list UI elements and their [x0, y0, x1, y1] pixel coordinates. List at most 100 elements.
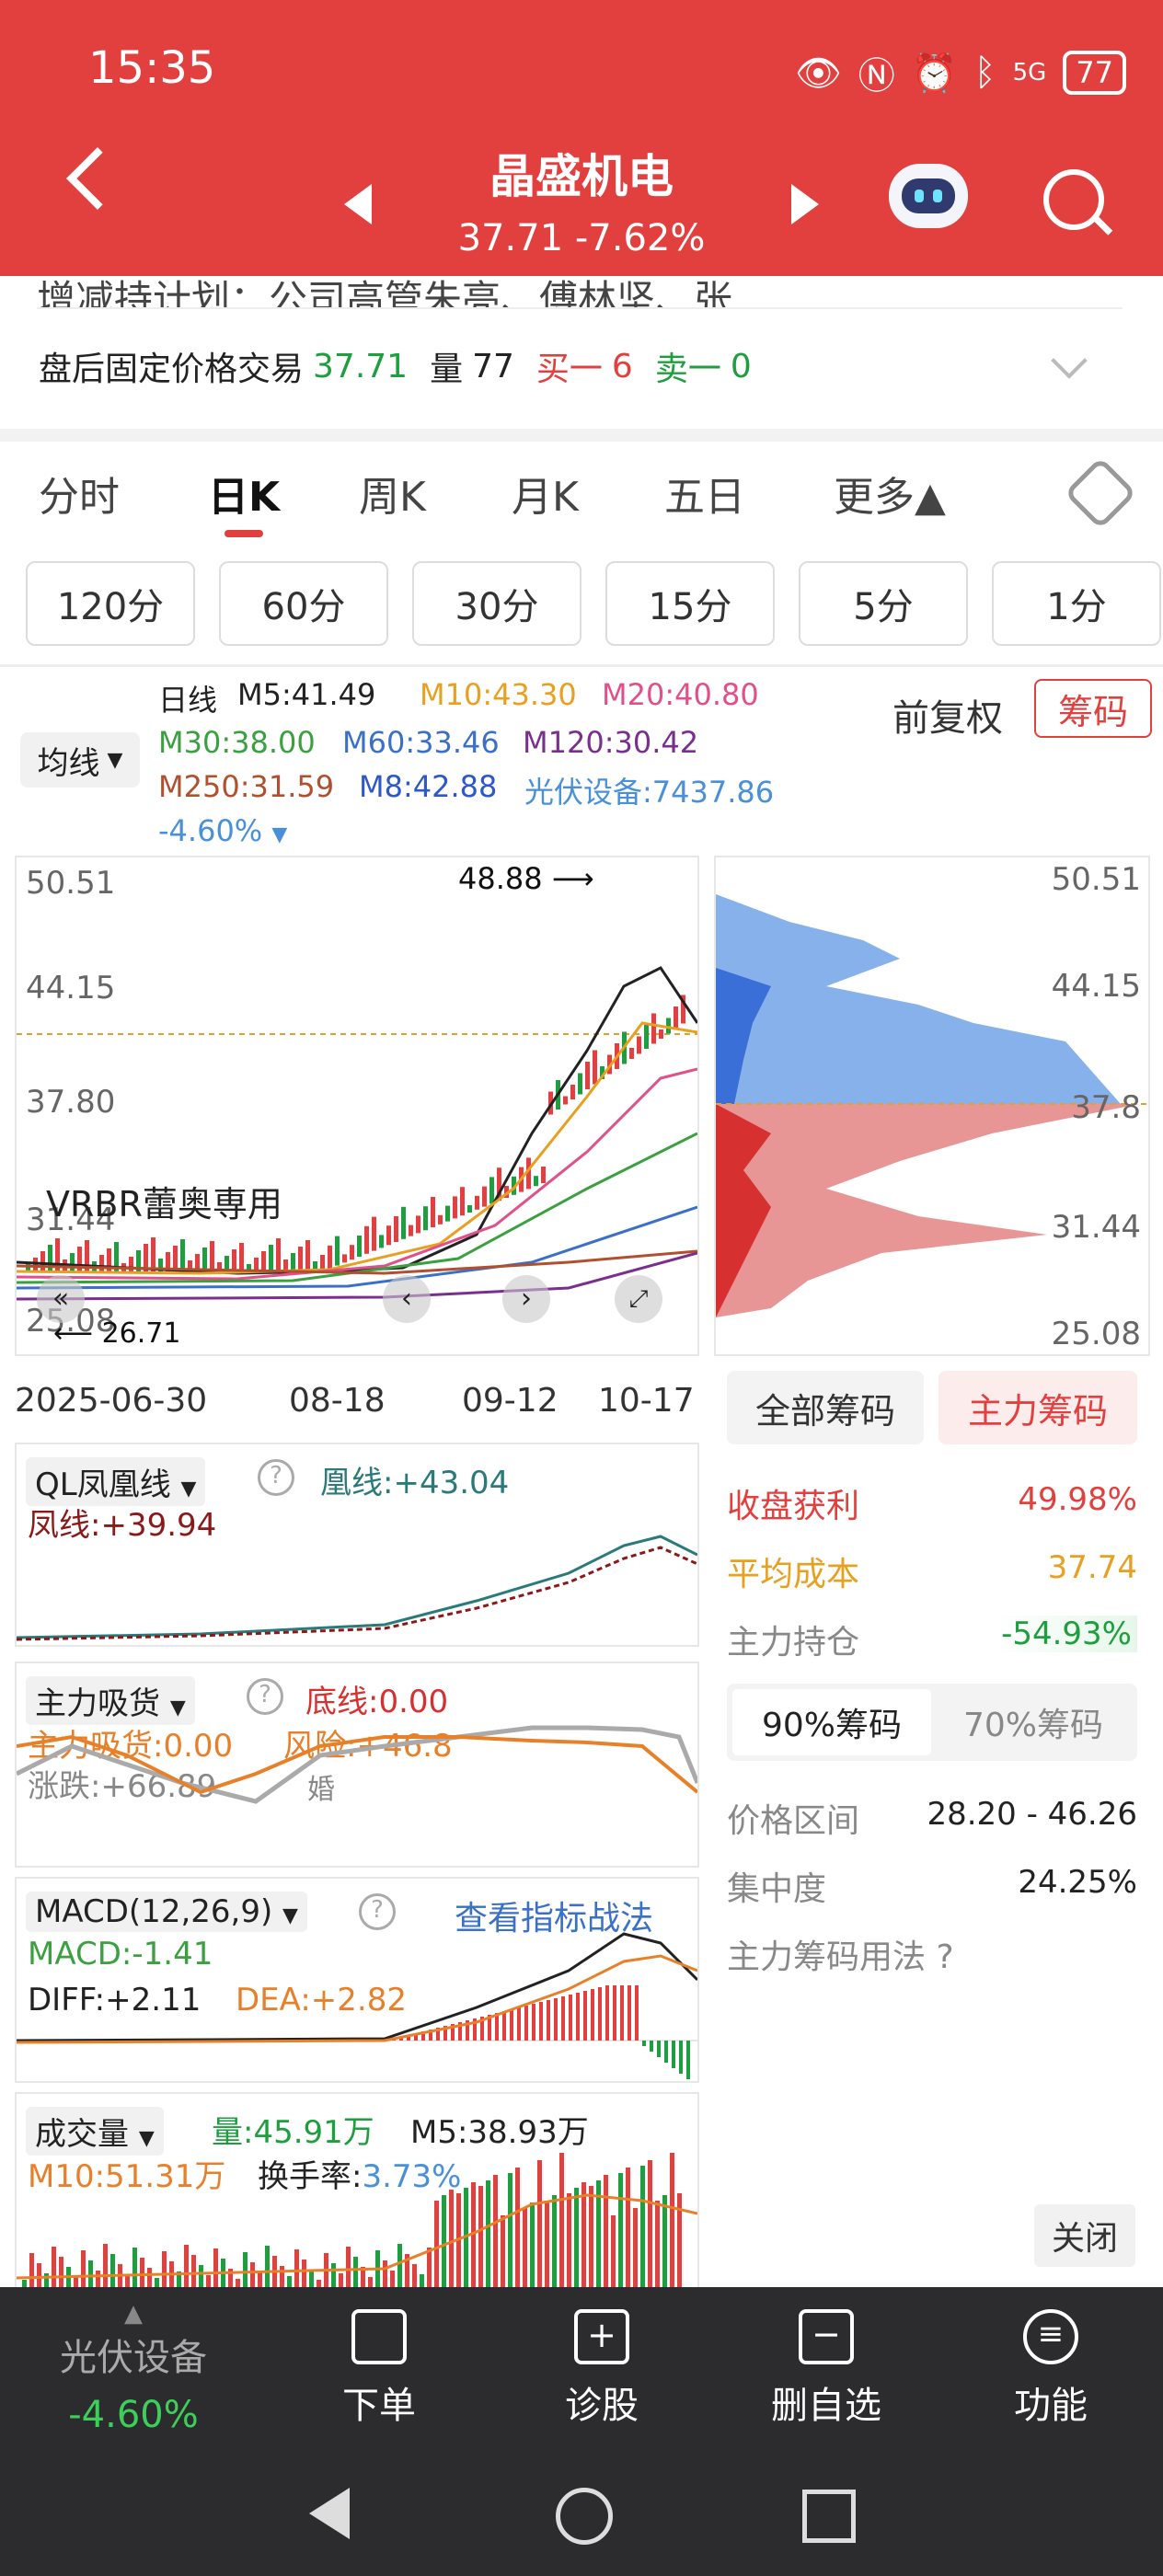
tab-90-chips[interactable]: 90%筹码	[732, 1689, 931, 1755]
volume-bar	[390, 2271, 395, 2289]
fullscreen-icon[interactable]: ⤢	[615, 1275, 662, 1323]
macd-indicator[interactable]: MACD(12,26,9) ▼ ? 查看指标战法 MACD:-1.41 DIFF…	[15, 1877, 699, 2083]
macd-bar	[583, 1991, 587, 2041]
nav-remove-watch[interactable]: − 删自选	[753, 2300, 900, 2429]
tab-main-chips[interactable]: 主力筹码	[938, 1371, 1137, 1444]
nav-diagnose[interactable]: + 诊股	[528, 2300, 675, 2429]
legend-m8: M8:42.88	[359, 769, 498, 804]
candle	[578, 1073, 582, 1095]
phoenix-svg	[17, 1535, 697, 1641]
btn-30min[interactable]: 30分	[412, 561, 582, 646]
nav-order[interactable]: 下单	[305, 2300, 453, 2429]
y-tick: 44.15	[26, 970, 116, 1006]
tab-all-chips[interactable]: 全部筹码	[727, 1371, 924, 1444]
sell1-value: 0	[730, 347, 752, 385]
legend-m5: M5:41.49	[237, 677, 376, 712]
prev-icon[interactable]: ‹	[383, 1275, 431, 1323]
candle	[40, 1251, 45, 1271]
candle	[438, 1214, 443, 1225]
header-bar: 15:35 👁 Ⓝ ⏰ ᛒ 5G 77 晶盛机电 37.71 -7.62%	[0, 0, 1163, 276]
adjust-mode[interactable]: 前复权	[892, 688, 1003, 742]
volume-bar	[633, 2208, 638, 2289]
news-ticker[interactable]: 增减持计划：公司高管朱亮、傅林坚、张...	[37, 269, 1123, 309]
chip-usage-link[interactable]: 主力筹码用法 ?	[727, 1930, 954, 1978]
tab-five-day[interactable]: 五日	[664, 464, 745, 523]
btn-15min[interactable]: 15分	[605, 561, 775, 646]
after-hours-price: 37.71	[313, 347, 409, 385]
next-stock-icon[interactable]	[791, 184, 819, 224]
settings-icon[interactable]	[1064, 456, 1137, 530]
btn-60min[interactable]: 60分	[219, 561, 388, 646]
macd-bar	[635, 1985, 639, 2041]
chips-button[interactable]: 筹码	[1034, 679, 1152, 738]
volume-bar	[464, 2188, 468, 2289]
chip-y-tick: 50.51	[1051, 861, 1141, 898]
volume-bar	[346, 2247, 351, 2289]
close-button[interactable]: 关闭	[1034, 2204, 1135, 2267]
macd-bar	[569, 1995, 572, 2041]
bluetooth-icon: ᛒ	[973, 52, 996, 94]
volume-bar	[611, 2215, 616, 2289]
volume-bar	[501, 2215, 505, 2289]
btn-5min[interactable]: 5分	[799, 561, 968, 646]
btn-120min[interactable]: 120分	[26, 561, 195, 646]
candle	[401, 1206, 406, 1239]
kline-svg	[17, 966, 697, 1301]
tab-more[interactable]: 更多▲	[834, 464, 946, 523]
candle	[180, 1239, 185, 1271]
ma-selector[interactable]: 均线 ▼	[20, 732, 140, 788]
candle	[269, 1245, 273, 1271]
system-recent-icon[interactable]	[802, 2490, 856, 2543]
candle	[644, 1025, 649, 1049]
volume-bar	[442, 2195, 446, 2289]
tab-monthly-k[interactable]: 月K	[512, 464, 579, 523]
caret-down-icon: ▼	[107, 748, 123, 772]
volume-bar	[589, 2186, 593, 2289]
volume-bar	[184, 2245, 189, 2289]
volume-bar	[604, 2175, 608, 2289]
macd-bar	[679, 2041, 683, 2074]
volume-indicator[interactable]: 成交量 ▼ 量:45.91万 M5:38.93万 M10:51.31万 换手率:…	[15, 2092, 699, 2291]
candle	[210, 1241, 214, 1271]
volume-bar	[493, 2175, 498, 2289]
kline-chart[interactable]: 50.51 44.15 37.80 31.44 25.08 48.88 ⟶ ⟵ …	[15, 856, 699, 1356]
volume-bar	[523, 2208, 527, 2289]
system-back-icon[interactable]	[309, 2488, 350, 2539]
robot-assistant-icon[interactable]	[889, 164, 968, 228]
candle	[534, 1176, 538, 1187]
system-home-icon[interactable]	[556, 2488, 613, 2545]
scroll-left-icon[interactable]: «	[37, 1275, 85, 1323]
main-hold-label: 主力持仓	[727, 1624, 860, 1662]
search-icon[interactable]	[1043, 169, 1104, 230]
tab-minute[interactable]: 分时	[39, 464, 120, 523]
candle	[386, 1225, 391, 1246]
volume-bar	[662, 2195, 667, 2289]
tab-daily-k[interactable]: 日K	[208, 464, 280, 523]
legend-m30: M30:38.00	[158, 725, 316, 760]
chevron-down-icon[interactable]	[1051, 342, 1088, 379]
low-label: ⟵ 26.71	[53, 1317, 180, 1350]
volume-bar	[331, 2263, 336, 2289]
sector-entry[interactable]: ▲ 光伏设备 -4.60%	[37, 2300, 230, 2436]
volume-bar	[486, 2180, 490, 2289]
volume-bar	[574, 2188, 579, 2289]
volume-bar	[59, 2257, 63, 2289]
volume-bar	[81, 2250, 86, 2289]
legend-sector: 光伏设备:7437.86	[524, 775, 775, 810]
tab-weekly-k[interactable]: 周K	[359, 464, 426, 523]
absorb-indicator[interactable]: 主力吸货 ▼ ? 底线:0.00 主力吸货:0.00 风险:+46.8 涨跌:+…	[15, 1662, 699, 1868]
volume-bar	[434, 2201, 439, 2289]
next-icon[interactable]: ›	[502, 1275, 550, 1323]
phoenix-indicator[interactable]: QL凤凰线 ▼ ? 凰线:+43.04 凤线:+39.94	[15, 1443, 699, 1647]
chip-distribution-chart: 50.51 44.15 37.8 31.44 25.08	[714, 856, 1150, 1356]
tab-70-chips[interactable]: 70%筹码	[935, 1689, 1132, 1755]
nfc-icon: Ⓝ	[858, 55, 895, 98]
btn-1min[interactable]: 1分	[992, 561, 1161, 646]
nav-function[interactable]: ≡ 功能	[977, 2300, 1124, 2429]
candle	[372, 1216, 376, 1251]
menu-icon: ≡	[1023, 2309, 1078, 2364]
candle	[585, 1062, 590, 1089]
volume-bar	[29, 2253, 34, 2289]
macd-bar	[539, 2002, 543, 2041]
volume-bar	[582, 2182, 586, 2289]
